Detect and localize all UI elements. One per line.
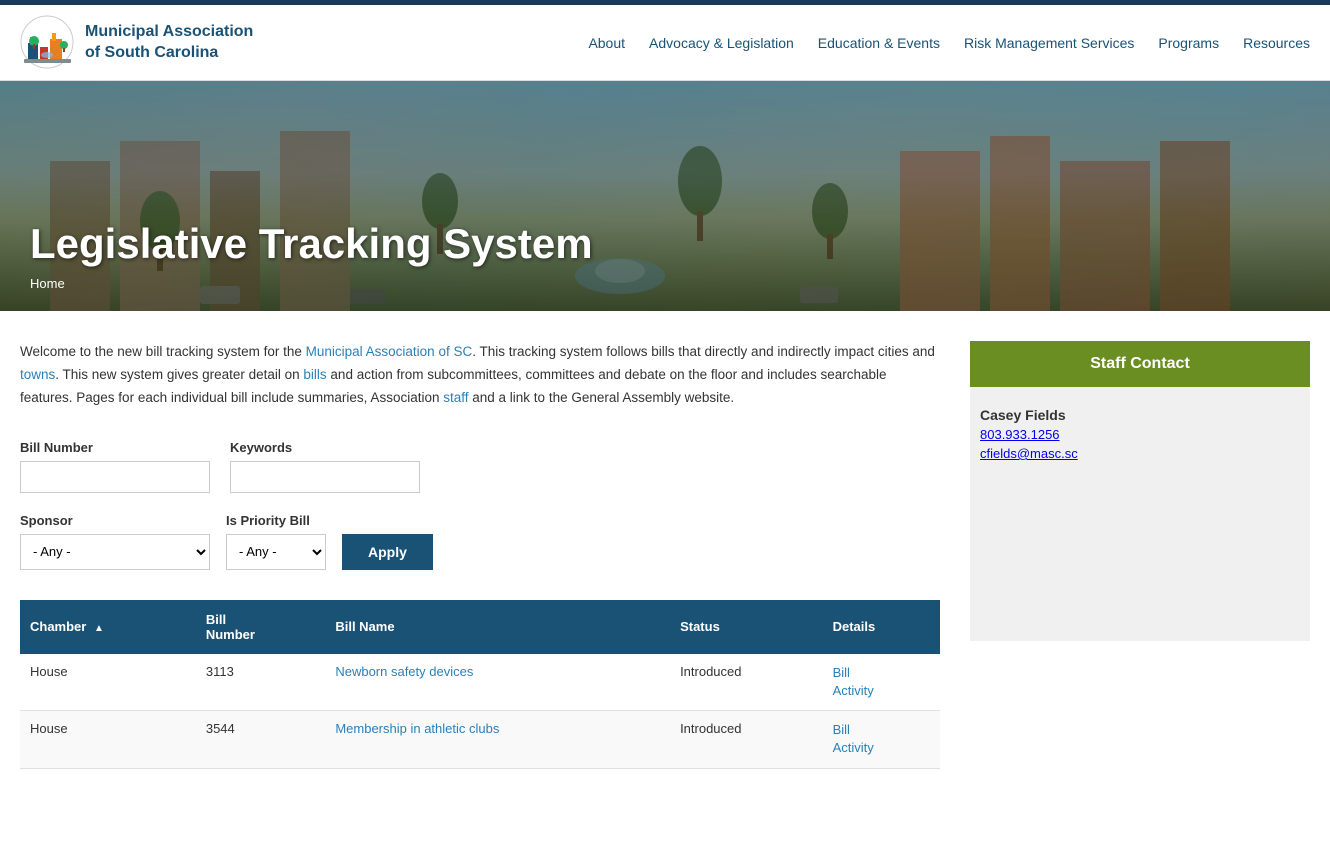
apply-button[interactable]: Apply bbox=[342, 534, 433, 570]
logo-area: Municipal Association of South Carolina bbox=[20, 15, 253, 70]
keywords-label: Keywords bbox=[230, 440, 420, 455]
col-status[interactable]: Status bbox=[670, 600, 823, 654]
nav-education[interactable]: Education & Events bbox=[818, 35, 940, 51]
staff-email-link[interactable]: cfields@masc.sc bbox=[980, 446, 1078, 461]
logo-icon bbox=[20, 15, 75, 70]
towns-link[interactable]: towns bbox=[20, 367, 55, 382]
staff-email[interactable]: cfields@masc.sc bbox=[980, 446, 1300, 461]
filter-form-row1: Bill Number Keywords bbox=[20, 440, 940, 493]
filter-form-row2: Sponsor - Any - Is Priority Bill - Any -… bbox=[20, 513, 940, 570]
bill-number-label: Bill Number bbox=[20, 440, 210, 455]
staff-phone[interactable]: 803.933.1256 bbox=[980, 427, 1300, 442]
cell-details: Bill Activity bbox=[823, 711, 940, 768]
nav-about[interactable]: About bbox=[588, 35, 625, 51]
sidebar: Staff Contact Casey Fields 803.933.1256 … bbox=[970, 341, 1310, 769]
cell-bill-number: 3113 bbox=[196, 654, 325, 711]
nav-programs[interactable]: Programs bbox=[1158, 35, 1219, 51]
staff-info: Casey Fields 803.933.1256 cfields@masc.s… bbox=[970, 407, 1310, 461]
main-nav: About Advocacy & Legislation Education &… bbox=[588, 35, 1310, 51]
cell-details: Bill Activity bbox=[823, 654, 940, 711]
cell-bill-name: Membership in athletic clubs bbox=[325, 711, 670, 768]
sponsor-group: Sponsor - Any - bbox=[20, 513, 210, 570]
cell-chamber: House bbox=[20, 711, 196, 768]
bill-link[interactable]: Bill bbox=[833, 664, 930, 682]
bill-name-link[interactable]: Membership in athletic clubs bbox=[335, 721, 499, 736]
bill-link[interactable]: Bill bbox=[833, 721, 930, 739]
nav-risk[interactable]: Risk Management Services bbox=[964, 35, 1134, 51]
activity-link[interactable]: Activity bbox=[833, 682, 930, 700]
priority-label: Is Priority Bill bbox=[226, 513, 326, 528]
breadcrumb-home-link[interactable]: Home bbox=[30, 276, 65, 291]
cell-bill-number: 3544 bbox=[196, 711, 325, 768]
bills-link[interactable]: bills bbox=[303, 367, 326, 382]
hero-banner: Legislative Tracking System Home bbox=[0, 81, 1330, 311]
col-details[interactable]: Details bbox=[823, 600, 940, 654]
staff-phone-link[interactable]: 803.933.1256 bbox=[980, 427, 1060, 442]
hero-title: Legislative Tracking System bbox=[30, 220, 1300, 268]
col-chamber[interactable]: Chamber ▲ bbox=[20, 600, 196, 654]
sort-arrow-chamber: ▲ bbox=[94, 623, 104, 634]
bills-table: Chamber ▲ BillNumber Bill Name Status De… bbox=[20, 600, 940, 769]
col-bill-number[interactable]: BillNumber bbox=[196, 600, 325, 654]
staff-contact-header: Staff Contact bbox=[970, 341, 1310, 387]
cell-status: Introduced bbox=[670, 711, 823, 768]
table-header-row: Chamber ▲ BillNumber Bill Name Status De… bbox=[20, 600, 940, 654]
staff-link[interactable]: staff bbox=[443, 390, 468, 405]
sponsor-select[interactable]: - Any - bbox=[20, 534, 210, 570]
sidebar-bg: Staff Contact Casey Fields 803.933.1256 … bbox=[970, 341, 1310, 641]
main-content: Welcome to the new bill tracking system … bbox=[0, 311, 1330, 799]
intro-text: Welcome to the new bill tracking system … bbox=[20, 341, 940, 410]
content-area: Welcome to the new bill tracking system … bbox=[20, 341, 970, 769]
keywords-input[interactable] bbox=[230, 461, 420, 493]
table-row: House 3113 Newborn safety devices Introd… bbox=[20, 654, 940, 711]
cell-bill-name: Newborn safety devices bbox=[325, 654, 670, 711]
bill-name-link[interactable]: Newborn safety devices bbox=[335, 664, 473, 679]
cell-status: Introduced bbox=[670, 654, 823, 711]
nav-resources[interactable]: Resources bbox=[1243, 35, 1310, 51]
cell-chamber: House bbox=[20, 654, 196, 711]
col-bill-name[interactable]: Bill Name bbox=[325, 600, 670, 654]
sponsor-label: Sponsor bbox=[20, 513, 210, 528]
keywords-group: Keywords bbox=[230, 440, 420, 493]
priority-group: Is Priority Bill - Any - bbox=[226, 513, 326, 570]
nav-advocacy[interactable]: Advocacy & Legislation bbox=[649, 35, 794, 51]
table-row: House 3544 Membership in athletic clubs … bbox=[20, 711, 940, 768]
bill-number-group: Bill Number bbox=[20, 440, 210, 493]
masc-link[interactable]: Municipal Association of SC bbox=[306, 344, 473, 359]
activity-link[interactable]: Activity bbox=[833, 739, 930, 757]
breadcrumb: Home bbox=[30, 276, 1300, 291]
header: Municipal Association of South Carolina … bbox=[0, 5, 1330, 81]
priority-select[interactable]: - Any - bbox=[226, 534, 326, 570]
bill-number-input[interactable] bbox=[20, 461, 210, 493]
logo-text: Municipal Association of South Carolina bbox=[85, 22, 253, 64]
staff-name: Casey Fields bbox=[980, 407, 1300, 423]
